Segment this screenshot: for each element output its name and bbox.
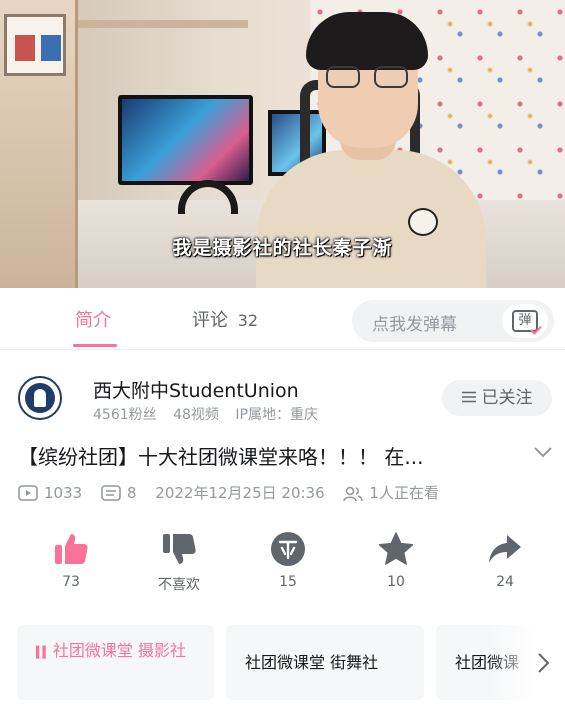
video-photo-frame xyxy=(4,14,66,76)
share-button[interactable]: 24 xyxy=(465,530,545,590)
video-shirt-logo xyxy=(408,208,438,236)
play-count: 1033 xyxy=(18,484,82,502)
danmaku-placeholder: 点我发弹幕 xyxy=(372,315,457,335)
avatar[interactable] xyxy=(18,376,62,420)
tag-chip[interactable]: ▍▍ 社团微课堂 摄影社 xyxy=(17,625,214,700)
favorite-button[interactable]: 10 xyxy=(356,530,436,590)
tab-intro[interactable]: 简介 xyxy=(75,306,111,332)
tab-comments-count: 32 xyxy=(237,311,259,330)
video-shelf-top xyxy=(78,20,248,28)
coin-icon xyxy=(271,532,305,566)
publish-time: 2022年12月25日 20:36 xyxy=(155,484,325,502)
star-icon xyxy=(378,532,414,565)
share-count: 24 xyxy=(496,574,514,590)
tag-chip[interactable]: 社团微课堂 街舞社 xyxy=(226,625,424,700)
tab-bar: 简介 评论 32 点我发弹幕 弹 xyxy=(0,288,565,350)
check-icon xyxy=(530,325,542,335)
video-person-hair xyxy=(306,12,428,70)
thumbs-down-icon xyxy=(163,534,196,564)
dislike-label: 不喜欢 xyxy=(158,577,200,593)
video-count: 48视频 xyxy=(173,407,219,423)
video-person-glasses xyxy=(326,66,410,88)
thumbs-up-icon xyxy=(55,534,88,564)
ip-location: IP属地：重庆 xyxy=(235,407,318,423)
tab-comments-label: 评论 xyxy=(192,310,228,331)
video-title[interactable]: 【缤纷社团】十大社团微课堂来咯！！！ 在... xyxy=(18,441,518,470)
channel-name[interactable]: 西大附中StudentUnion xyxy=(93,376,299,403)
watching-now: 1人正在看 xyxy=(343,482,439,503)
viewers-icon xyxy=(343,486,364,501)
video-person xyxy=(256,150,486,288)
tag-label: 社团微课堂 摄影社 xyxy=(52,641,187,660)
video-meta: 1033 8 2022年12月25日 20:36 1人正在看 xyxy=(18,482,453,504)
play-count-value: 1033 xyxy=(44,483,83,502)
follow-button[interactable]: 已关注 xyxy=(442,380,552,416)
favorite-count: 10 xyxy=(387,574,405,590)
fans-count: 4561粉丝 xyxy=(93,407,157,423)
danmaku-count-icon xyxy=(101,485,121,501)
danmaku-toggle-button[interactable]: 弹 xyxy=(502,304,548,338)
tab-comments[interactable]: 评论 32 xyxy=(192,306,258,332)
play-count-icon xyxy=(18,485,38,501)
tag-chip-text: ▍▍ 社团微课堂 摄影社 xyxy=(36,639,186,664)
channel-stats: 4561粉丝 48视频 IP属地：重庆 xyxy=(93,404,330,424)
video-subtitle: 我是摄影社的社长秦子渐 xyxy=(172,237,393,259)
share-icon xyxy=(489,535,521,563)
school-emblem-icon xyxy=(25,383,55,413)
coin-button[interactable]: 15 xyxy=(248,530,328,590)
follow-label: 已关注 xyxy=(481,388,533,408)
video-player[interactable]: 我是摄影社的社长秦子渐 xyxy=(0,0,565,288)
menu-icon xyxy=(461,380,476,416)
tag-label: 社团微课堂 街舞社 xyxy=(245,653,379,672)
video-monitor xyxy=(118,95,253,185)
chevron-right-icon[interactable] xyxy=(530,650,556,676)
danmaku-input[interactable]: 点我发弹幕 弹 xyxy=(352,300,554,342)
tag-bars-icon: ▍▍ xyxy=(36,646,51,659)
watching-now-value: 1人正在看 xyxy=(369,484,439,502)
danmaku-count: 8 xyxy=(101,484,137,502)
danmaku-count-value: 8 xyxy=(126,483,137,502)
like-button[interactable]: 73 xyxy=(31,530,111,590)
like-count: 73 xyxy=(62,574,80,590)
chevron-down-icon[interactable] xyxy=(532,441,554,463)
tab-active-indicator xyxy=(73,344,117,347)
coin-count: 15 xyxy=(279,574,297,590)
dislike-button[interactable]: 不喜欢 xyxy=(139,530,219,594)
